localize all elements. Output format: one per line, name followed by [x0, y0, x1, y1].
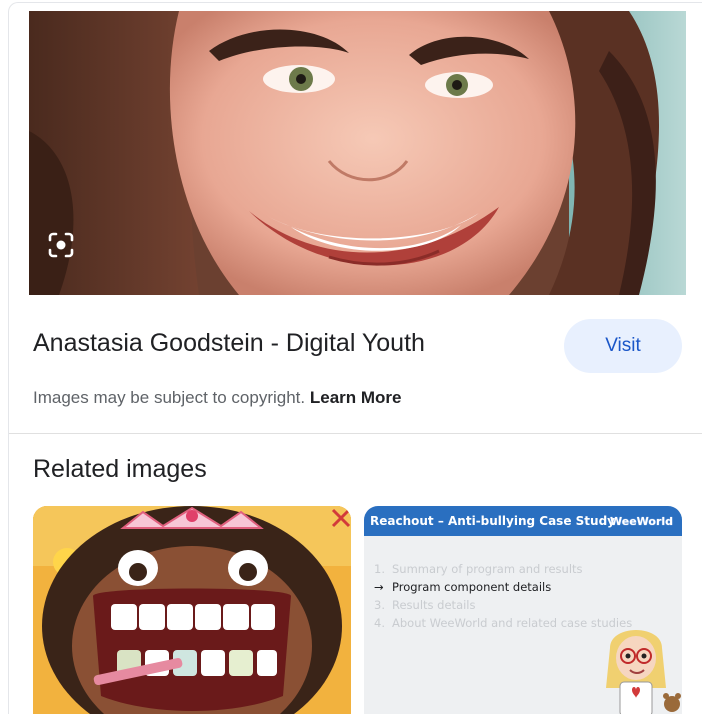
portrait-photo: [29, 11, 686, 295]
slide-list-item: 4. About WeeWorld and related case studie…: [374, 616, 633, 630]
related-image-cartoon[interactable]: [33, 506, 351, 714]
lens-button[interactable]: [43, 227, 79, 263]
visit-button[interactable]: Visit: [564, 319, 682, 373]
slide-title: Reachout – Anti-bullying Case Study: [370, 514, 615, 528]
slide-list-item: → Program component details: [374, 580, 552, 594]
slide-header: Reachout – Anti-bullying Case Study WeeW…: [364, 506, 682, 536]
google-lens-icon: [48, 232, 74, 258]
cartoon-illustration: [33, 506, 351, 714]
slide-list-item: 3. Results details: [374, 598, 476, 612]
related-images-heading: Related images: [33, 455, 207, 483]
result-title[interactable]: Anastasia Goodstein - Digital Youth: [33, 329, 425, 358]
cartoon-character: [606, 630, 681, 714]
divider: [9, 433, 702, 434]
copyright-notice: Images may be subject to copyright. Lear…: [33, 388, 402, 408]
main-image[interactable]: [29, 11, 686, 295]
slide-list: 1. Summary of program and results → Progra…: [374, 560, 632, 632]
copyright-text: Images may be subject to copyright.: [33, 388, 306, 407]
slide-brand: WeeWorld: [610, 515, 674, 528]
learn-more-link[interactable]: Learn More: [310, 388, 402, 407]
slide-list-item: 1. Summary of program and results: [374, 562, 583, 576]
related-image-slide[interactable]: Reachout – Anti-bullying Case Study WeeW…: [364, 506, 682, 714]
image-result-panel: Anastasia Goodstein - Digital Youth Visi…: [8, 2, 702, 714]
